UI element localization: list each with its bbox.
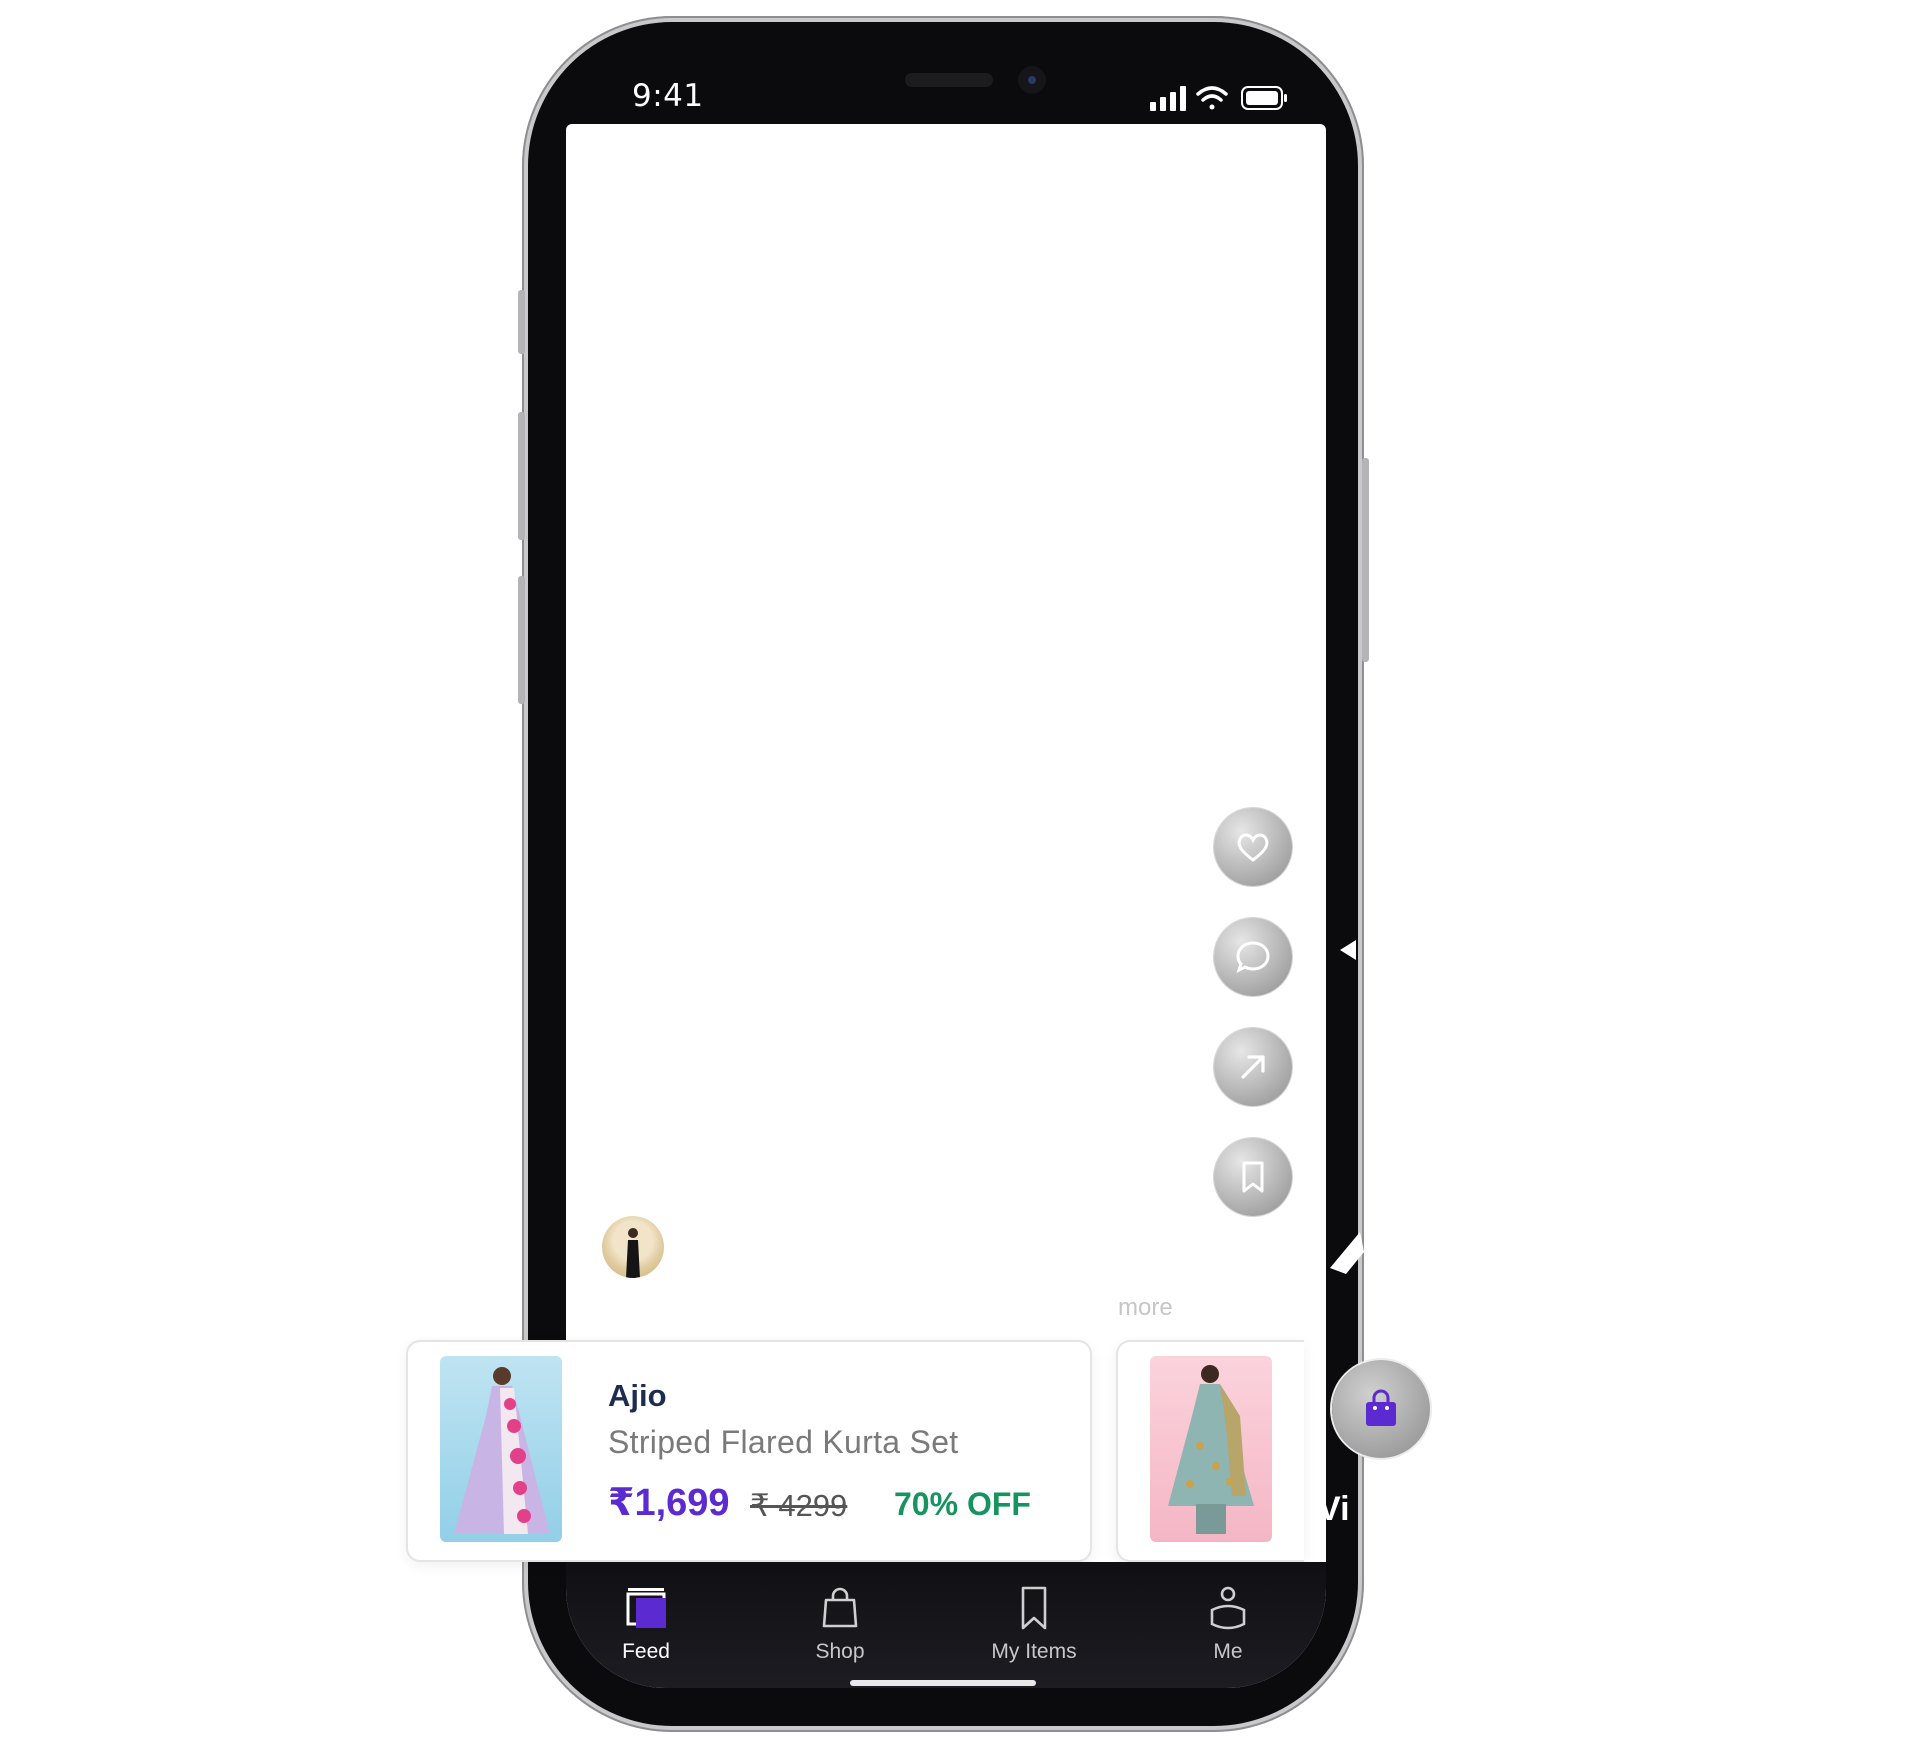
shopping-bag-icon: [1366, 1389, 1396, 1426]
nav-my-items[interactable]: My Items: [954, 1584, 1114, 1664]
overlay-fragment: [1330, 1232, 1364, 1274]
product-image: [440, 1356, 562, 1542]
nav-feed-label: Feed: [622, 1640, 670, 1663]
nav-me[interactable]: Me: [1148, 1584, 1308, 1664]
product-brand: Ajio: [608, 1378, 667, 1413]
share-button[interactable]: [1214, 1028, 1292, 1106]
share-arrow-icon: [1241, 1055, 1265, 1079]
nav-my-items-label: My Items: [991, 1640, 1077, 1663]
battery-icon: [1241, 86, 1287, 110]
more-link[interactable]: more: [1118, 1294, 1173, 1322]
front-camera: [1018, 66, 1046, 94]
product-card-next[interactable]: [1116, 1340, 1304, 1562]
volume-down-button: [518, 576, 525, 704]
profile-icon: [1210, 1586, 1246, 1630]
status-icons: [1150, 84, 1300, 119]
like-button[interactable]: [1214, 808, 1292, 886]
nav-me-label: Me: [1213, 1640, 1243, 1663]
save-button[interactable]: [1214, 1138, 1292, 1216]
overlay-fragment: [1340, 940, 1356, 960]
power-button: [1362, 458, 1369, 662]
comment-button[interactable]: [1214, 918, 1292, 996]
creator-avatar[interactable]: [602, 1216, 664, 1278]
nav-shop[interactable]: Shop: [760, 1584, 920, 1664]
view-label: Vi: [1318, 1490, 1350, 1528]
nav-feed[interactable]: Feed: [566, 1584, 726, 1664]
bottom-nav: Feed Shop My Items Me: [566, 1562, 1326, 1688]
volume-up-button: [518, 412, 525, 540]
bookmark-icon: [1242, 1161, 1264, 1193]
product-name: Striped Flared Kurta Set: [608, 1424, 959, 1460]
signal-icon: [1150, 86, 1186, 111]
heart-icon: [1237, 833, 1269, 862]
discount-badge: 70% OFF: [894, 1486, 1031, 1522]
status-time: 9:41: [632, 78, 704, 114]
wifi-icon: [1196, 86, 1228, 110]
feed-icon: [626, 1588, 666, 1628]
shop-bag-button[interactable]: [1332, 1360, 1430, 1458]
speaker-grille: [905, 73, 993, 87]
home-indicator[interactable]: [850, 1680, 1036, 1686]
product-price: ₹1,699: [608, 1482, 730, 1524]
nav-shop-label: Shop: [815, 1640, 865, 1663]
product-mrp: ₹ 4299: [750, 1488, 848, 1523]
bookmark-icon: [1021, 1586, 1047, 1630]
silent-switch: [518, 290, 525, 354]
product-image-next: [1150, 1356, 1272, 1542]
product-card[interactable]: Ajio Striped Flared Kurta Set ₹1,699 ₹ 4…: [406, 1340, 1092, 1562]
chat-icon: [1236, 941, 1270, 973]
shop-bag-icon: [822, 1587, 858, 1628]
